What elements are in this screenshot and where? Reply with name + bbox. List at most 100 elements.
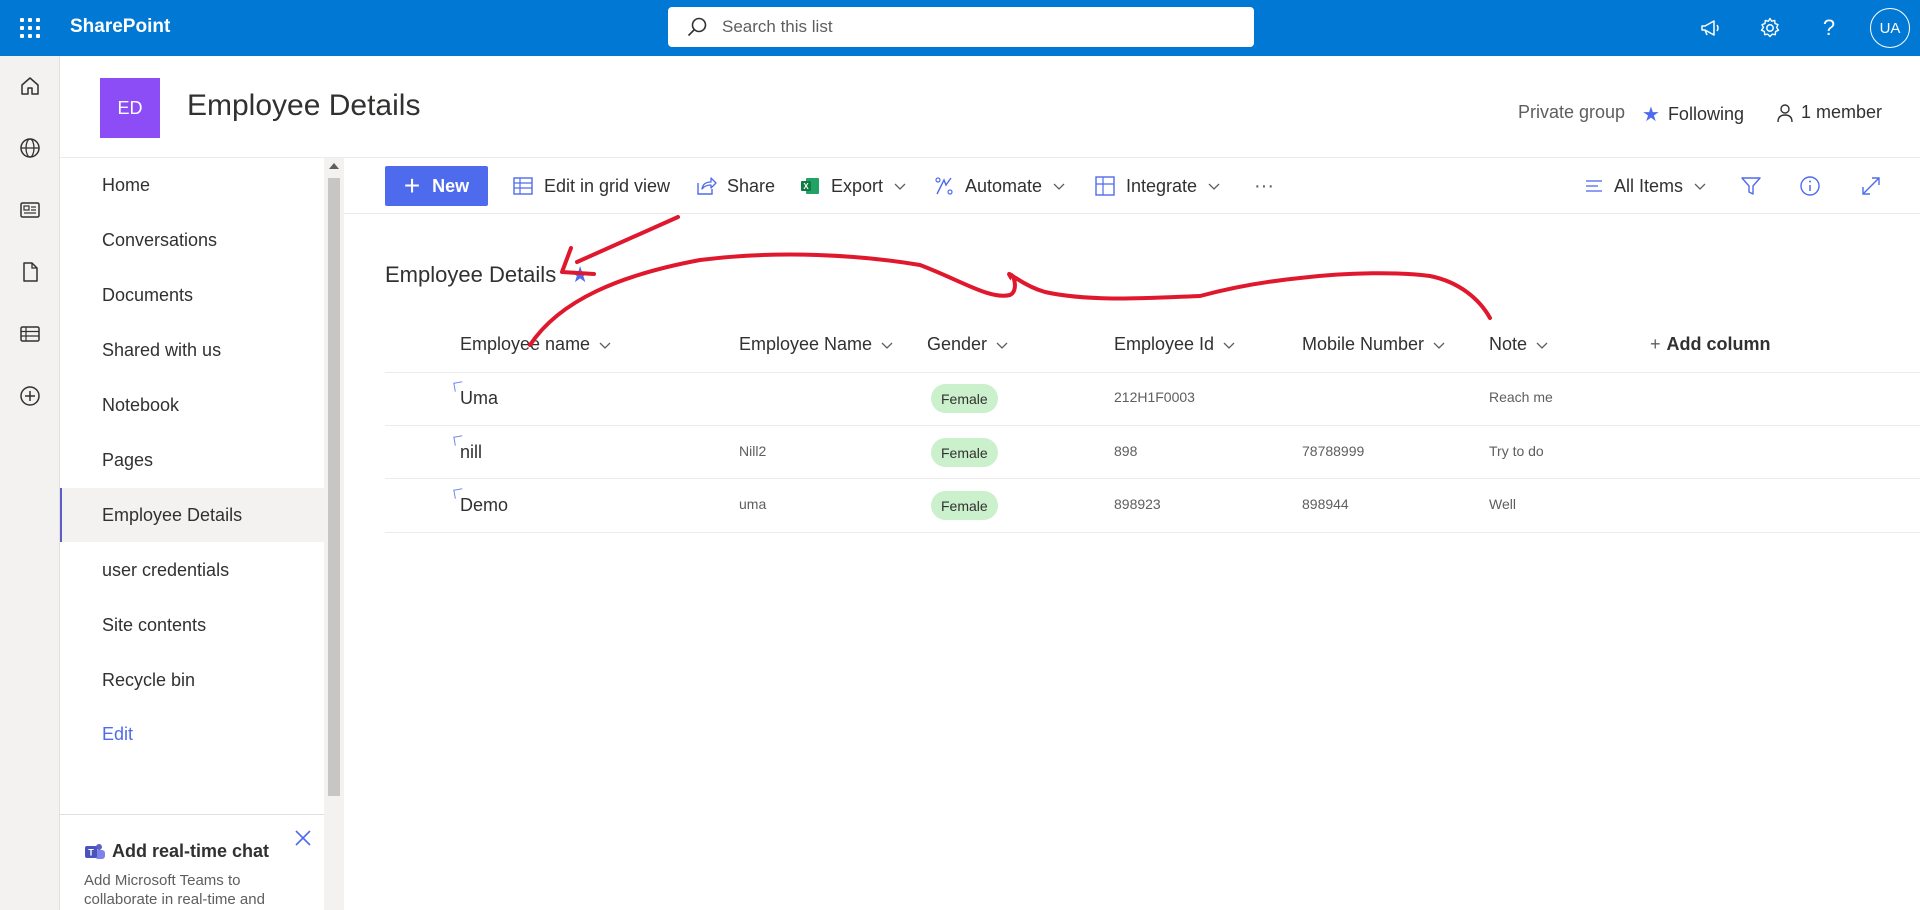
automate-button[interactable]: Automate (933, 172, 1066, 200)
nav-edit-link[interactable]: Edit (60, 707, 324, 761)
column-label: Mobile Number (1302, 334, 1425, 354)
add-circle-icon[interactable] (16, 382, 44, 410)
chat-panel-title: T Add real-time chat (84, 841, 269, 862)
user-avatar[interactable]: UA (1870, 8, 1910, 48)
column-header-mobile-number[interactable]: Mobile Number (1302, 334, 1446, 355)
column-header-gender[interactable]: Gender (927, 334, 1009, 355)
chevron-down-icon (1223, 342, 1235, 349)
row-title[interactable]: nill (460, 442, 482, 463)
view-selector[interactable]: All Items (1584, 172, 1707, 200)
site-logo[interactable]: ED (100, 78, 160, 138)
gear-icon[interactable] (1754, 12, 1786, 44)
search-input[interactable] (722, 17, 1222, 37)
waffle-icon[interactable] (18, 16, 42, 40)
app-brand[interactable]: SharePoint (70, 16, 170, 38)
row-title[interactable]: Uma (460, 388, 498, 409)
excel-icon: X (801, 178, 819, 194)
view-label: All Items (1614, 175, 1684, 196)
column-header-employee-id[interactable]: Employee Id (1114, 334, 1236, 355)
column-header-title[interactable]: Employee name (460, 334, 612, 355)
close-icon[interactable] (292, 827, 314, 849)
nav-item-user-credentials[interactable]: user credentials (60, 543, 324, 597)
chevron-down-icon (1053, 183, 1065, 190)
nav-label: Pages (102, 449, 154, 470)
row-divider (385, 532, 1920, 533)
integrate-label: Integrate (1126, 175, 1198, 196)
column-label: Employee Name (739, 334, 873, 354)
chevron-down-icon (1536, 342, 1548, 349)
star-filled-icon: ★ (1642, 104, 1660, 126)
nav-label: Documents (102, 284, 194, 305)
row-title[interactable]: Demo (460, 495, 508, 516)
globe-icon[interactable] (16, 134, 44, 162)
megaphone-icon[interactable] (1695, 12, 1727, 44)
export-button[interactable]: X Export (799, 172, 907, 200)
star-filled-icon[interactable]: ★ (570, 262, 590, 288)
share-button[interactable]: Share (695, 172, 775, 200)
column-label: Employee Id (1114, 334, 1215, 354)
nav-item-recycle-bin[interactable]: Recycle bin (60, 653, 324, 707)
list-icon[interactable] (16, 320, 44, 348)
gender-pill: Female (931, 384, 998, 413)
nav-item-site-contents[interactable]: Site contents (60, 598, 324, 652)
row-divider (385, 372, 1920, 373)
file-icon[interactable] (16, 258, 44, 286)
nav-item-conversations[interactable]: Conversations (60, 213, 324, 267)
chevron-down-icon (1433, 342, 1445, 349)
share-label: Share (727, 175, 776, 196)
automate-label: Automate (965, 175, 1043, 196)
chevron-down-icon (599, 342, 611, 349)
nav-scrollbar[interactable] (324, 158, 344, 910)
nav-label: Home (102, 174, 151, 195)
grid-icon (513, 177, 533, 195)
lines-icon (1586, 180, 1602, 192)
app-bar (0, 56, 60, 910)
integrate-button[interactable]: Integrate (1094, 172, 1221, 200)
new-button[interactable]: + New (385, 166, 488, 206)
nav-label: Notebook (102, 394, 180, 415)
home-icon[interactable] (16, 72, 44, 100)
nav-item-shared-with-us[interactable]: Shared with us (60, 323, 324, 377)
row-note: Well (1489, 496, 1516, 512)
row-employee-id: 898 (1114, 443, 1138, 459)
privacy-label: Private group (1518, 102, 1626, 122)
scrollbar-thumb[interactable] (328, 178, 340, 796)
row-employee-id: 212H1F0003 (1114, 389, 1195, 405)
site-title[interactable]: Employee Details (187, 89, 420, 123)
expand-icon[interactable] (1860, 172, 1892, 200)
nav-label: Conversations (102, 229, 218, 250)
nav-item-notebook[interactable]: Notebook (60, 378, 324, 432)
nav-item-pages[interactable]: Pages (60, 433, 324, 487)
news-icon[interactable] (16, 196, 44, 224)
teams-icon: T (85, 843, 105, 859)
list-title-text: Employee Details (385, 262, 557, 287)
svg-text:T: T (88, 847, 94, 857)
help-icon[interactable]: ? (1813, 12, 1845, 44)
members-button[interactable]: 1 member (1775, 102, 1882, 123)
new-label: New (432, 175, 470, 196)
row-mobile: 898944 (1302, 496, 1349, 512)
more-options-button[interactable]: ··· (1254, 172, 1274, 200)
search-box[interactable] (668, 7, 1254, 47)
edit-grid-view-button[interactable]: Edit in grid view (512, 172, 670, 200)
chevron-down-icon (1694, 183, 1706, 190)
chevron-down-icon (1208, 183, 1220, 190)
following-button[interactable]: ★ Following (1642, 102, 1744, 127)
column-label: Gender (927, 334, 988, 354)
suite-bar: SharePoint ? UA (0, 0, 1920, 56)
row-note: Reach me (1489, 389, 1553, 405)
nav-item-home[interactable]: Home (60, 158, 324, 212)
nav-item-employee-details[interactable]: Employee Details (60, 488, 324, 542)
info-icon[interactable] (1799, 172, 1831, 200)
add-column-button[interactable]: + Add column (1650, 334, 1771, 355)
nav-item-documents[interactable]: Documents (60, 268, 324, 322)
scroll-up-icon[interactable] (329, 163, 339, 169)
filter-icon[interactable] (1740, 172, 1772, 200)
column-label: Employee name (460, 334, 591, 354)
nav-label: Edit (102, 723, 134, 744)
gender-pill: Female (931, 438, 998, 467)
column-header-note[interactable]: Note (1489, 334, 1549, 355)
column-header-employee-name[interactable]: Employee Name (739, 334, 894, 355)
row-divider (385, 478, 1920, 479)
nav-label: user credentials (102, 559, 230, 580)
